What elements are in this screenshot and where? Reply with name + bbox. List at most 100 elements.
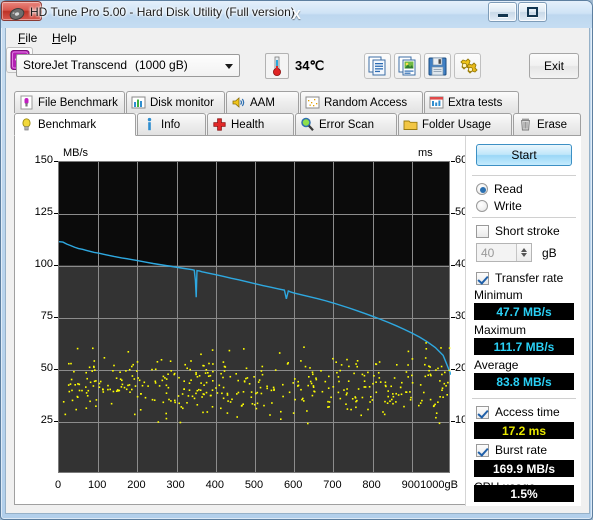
radio-read[interactable]: Read xyxy=(476,181,523,197)
benchmark-bulb-icon xyxy=(19,117,34,132)
tab-file-benchmark[interactable]: File Benchmark xyxy=(14,91,125,113)
checkbox-transfer-rate-indicator xyxy=(476,271,489,285)
tab-error-scan[interactable]: Error Scan xyxy=(295,113,397,135)
checkbox-burst-rate-indicator xyxy=(476,443,489,457)
tab-disk-monitor[interactable]: Disk monitor xyxy=(126,91,225,113)
start-button-label: Start xyxy=(511,148,537,162)
trash-icon xyxy=(518,117,533,132)
y-axis-tick xyxy=(54,421,58,422)
radio-write[interactable]: Write xyxy=(476,198,522,214)
tab-health[interactable]: Health xyxy=(207,113,294,135)
y-axis-tick-label: 100 xyxy=(34,258,53,270)
tab-info-label: Info xyxy=(161,118,181,131)
copy-text-icon[interactable] xyxy=(364,53,391,79)
y-axis-tick xyxy=(54,213,58,214)
y-axis-tick xyxy=(54,369,58,370)
exit-button[interactable]: Exit xyxy=(529,53,579,79)
disk-monitor-icon xyxy=(131,95,146,110)
temperature-value: 34℃ xyxy=(295,58,325,73)
drive-name-label: StoreJet Transcend xyxy=(23,58,128,72)
y-axis-tick-label: 25 xyxy=(40,414,53,426)
access-time-value: 17.2 ms xyxy=(474,422,574,439)
tab-info[interactable]: Info xyxy=(137,113,206,135)
tab-aam[interactable]: AAM xyxy=(226,91,299,113)
y-axis-unit-label: MB/s xyxy=(63,147,89,159)
short-stroke-input[interactable]: 40 xyxy=(476,243,532,262)
y-axis-tick xyxy=(54,317,58,318)
checkbox-short-stroke-label: Short stroke xyxy=(495,224,560,238)
copy-image-icon[interactable] xyxy=(394,53,421,79)
magnifier-icon xyxy=(300,117,315,132)
plot-area xyxy=(58,161,451,473)
stepper-up-icon[interactable] xyxy=(521,248,527,252)
tab-benchmark[interactable]: Benchmark xyxy=(14,113,136,136)
menu-bar: File Help xyxy=(6,28,589,47)
checkbox-access-time[interactable]: Access time xyxy=(476,404,560,420)
close-icon: X xyxy=(292,7,301,22)
tab-disk-monitor-label: Disk monitor xyxy=(150,96,214,109)
access-time-scatter xyxy=(62,342,451,425)
checkbox-short-stroke[interactable]: Short stroke xyxy=(476,223,560,239)
y-axis-tick-label: 125 xyxy=(34,206,53,218)
y-axis-tick xyxy=(54,265,58,266)
short-stroke-unit-label: gB xyxy=(542,246,557,260)
random-access-icon xyxy=(305,95,320,110)
menu-help-rest: elp xyxy=(60,31,77,45)
short-stroke-value: 40 xyxy=(481,246,495,260)
tab-erase[interactable]: Erase xyxy=(513,113,581,135)
stepper-down-icon[interactable] xyxy=(521,253,527,257)
y-axis-tick-label: 150 xyxy=(34,154,53,166)
drive-capacity-label: (1000 gB) xyxy=(135,58,188,72)
tab-folder-usage[interactable]: Folder Usage xyxy=(398,113,512,135)
maximum-label: Maximum xyxy=(474,323,527,337)
status-strip xyxy=(5,514,590,520)
benchmark-panel: MB/s ms 25 50 75 100 125 150 10 20 30 40 50 60 0 10… xyxy=(14,135,581,506)
divider-3 xyxy=(472,398,576,399)
health-cross-icon xyxy=(212,117,227,132)
divider-1 xyxy=(472,175,576,176)
y-axis-tick-label: 50 xyxy=(40,362,53,374)
checkbox-burst-rate[interactable]: Burst rate xyxy=(476,442,547,458)
client-area: File Help StoreJet Transcend (1000 gB) 3… xyxy=(5,28,590,514)
save-icon[interactable] xyxy=(424,53,451,79)
short-stroke-stepper[interactable] xyxy=(516,244,531,261)
drive-select[interactable]: StoreJet Transcend (1000 gB) xyxy=(16,54,240,77)
tab-extra-tests-label: Extra tests xyxy=(448,96,503,109)
menu-file-rest: ile xyxy=(25,31,38,45)
tab-error-scan-label: Error Scan xyxy=(319,118,374,131)
chart-series xyxy=(59,240,451,425)
tab-benchmark-label: Benchmark xyxy=(38,118,97,131)
tab-random-access[interactable]: Random Access xyxy=(300,91,423,113)
tab-random-access-label: Random Access xyxy=(324,96,408,109)
transfer-rate-line xyxy=(59,240,451,376)
radio-write-label: Write xyxy=(494,199,522,213)
tab-aam-label: AAM xyxy=(250,96,275,109)
maximum-value: 111.7 MB/s xyxy=(474,338,574,355)
folder-icon xyxy=(403,117,418,132)
menu-file[interactable]: File xyxy=(12,30,43,46)
y2-axis-tick xyxy=(451,213,455,214)
tab-extra-tests[interactable]: Extra tests xyxy=(424,91,519,113)
menu-help[interactable]: Help xyxy=(46,30,83,46)
y2-axis-tick xyxy=(451,317,455,318)
start-button[interactable]: Start xyxy=(476,144,572,166)
y2-axis-tick xyxy=(451,265,455,266)
tab-file-benchmark-label: File Benchmark xyxy=(38,96,118,109)
checkbox-short-stroke-indicator xyxy=(476,224,489,238)
settings-icon[interactable] xyxy=(454,53,481,79)
info-icon xyxy=(142,117,157,132)
tab-erase-label: Erase xyxy=(537,118,568,131)
radio-read-label: Read xyxy=(494,182,523,196)
toolbar: StoreJet Transcend (1000 gB) 34℃ Exit xyxy=(6,47,589,91)
title-bar: HD Tune Pro 5.00 - Hard Disk Utility (Fu… xyxy=(1,1,592,28)
x-axis-tick-label: 1000gB xyxy=(420,479,458,491)
checkbox-access-time-label: Access time xyxy=(495,405,560,419)
checkbox-transfer-rate[interactable]: Transfer rate xyxy=(476,270,563,286)
checkbox-access-time-indicator xyxy=(476,405,489,419)
exit-button-label: Exit xyxy=(543,59,564,73)
y-axis-tick xyxy=(54,161,58,162)
close-button[interactable]: X xyxy=(1,1,301,22)
divider-2 xyxy=(472,217,576,218)
y2-axis-tick xyxy=(451,161,455,162)
average-value: 83.8 MB/s xyxy=(474,373,574,390)
